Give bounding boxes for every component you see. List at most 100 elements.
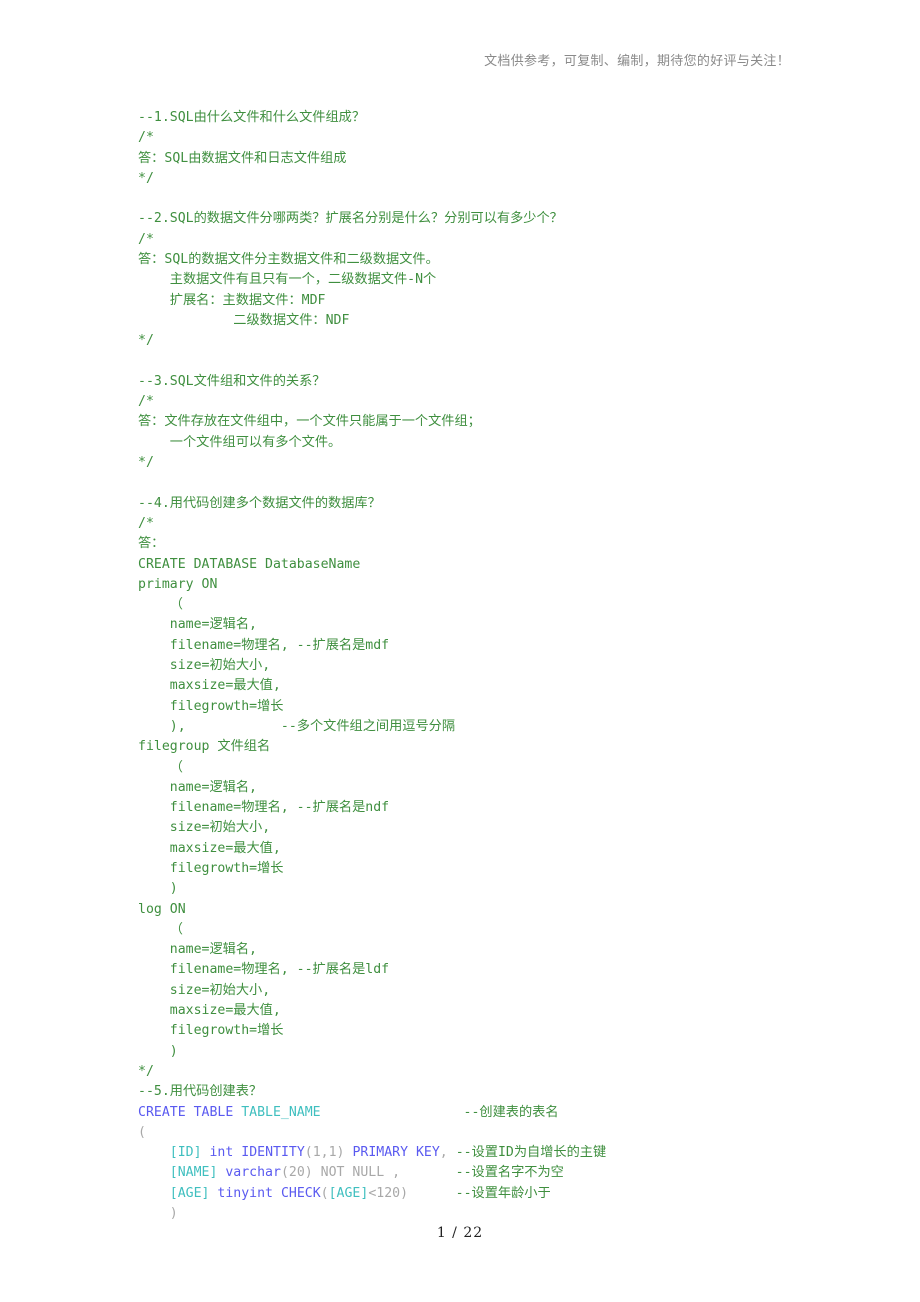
text-span: size=初始大小, (138, 658, 271, 674)
text-span: ( (320, 1185, 329, 1201)
text-span: CREATE TABLE (138, 1104, 242, 1120)
document-line: --2.SQL的数据文件分哪两类？扩展名分别是什么？分别可以有多少个？ (138, 209, 838, 229)
text-span: --4.用代码创建多个数据文件的数据库？ (138, 495, 381, 511)
document-line: CREATE TABLE TABLE_NAME --创建表的表名 (138, 1103, 838, 1123)
text-span: size=初始大小, (138, 982, 271, 998)
text-span: 扩展名：主数据文件：MDF (138, 292, 326, 308)
text-span: /* (138, 231, 154, 247)
text-span: --3.SQL文件组和文件的关系？ (138, 373, 326, 389)
text-span (313, 1165, 321, 1180)
text-span (408, 1186, 456, 1201)
document-line: （ (138, 920, 838, 940)
text-span: [NAME] (169, 1165, 218, 1181)
document-line: 答：文件存放在文件组中，一个文件只能属于一个文件组； (138, 412, 838, 432)
text-span (138, 1145, 170, 1160)
document-line: filename=物理名, --扩展名是mdf (138, 636, 838, 656)
text-span: 二级数据文件：NDF (138, 312, 350, 328)
text-span: filename=物理名, --扩展名是ndf (138, 800, 390, 816)
text-span: --设置年龄小于 (455, 1185, 551, 1201)
text-span: maxsize=最大值, (138, 678, 281, 694)
text-span: */ (138, 333, 154, 349)
document-line: 答：SQL由数据文件和日志文件组成 (138, 149, 838, 169)
document-line: ( (138, 1123, 838, 1143)
document-line: filegrowth=增长 (138, 697, 838, 717)
document-line: */ (138, 331, 838, 351)
text-span: IDENTITY (241, 1145, 305, 1161)
page-number-footer: 1 / 22 (436, 1225, 484, 1241)
text-span: size=初始大小, (138, 820, 271, 836)
text-span: varchar (225, 1165, 281, 1181)
text-span: （ (138, 597, 183, 613)
document-line: maxsize=最大值, (138, 1001, 838, 1021)
document-line: 扩展名：主数据文件：MDF (138, 291, 838, 311)
text-span: CHECK (280, 1185, 321, 1201)
text-span: 答：SQL的数据文件分主数据文件和二级数据文件。 (138, 252, 439, 268)
document-line: /* (138, 514, 838, 534)
text-span: ), --多个文件组之间用逗号分隔 (138, 718, 456, 734)
text-span: log ON (138, 901, 186, 917)
document-line: 主数据文件有且只有一个，二级数据文件-N个 (138, 270, 838, 290)
text-span: filename=物理名, --扩展名是mdf (138, 637, 390, 653)
text-span: maxsize=最大值, (138, 1003, 281, 1019)
document-line: ) (138, 879, 838, 899)
text-span (321, 1105, 464, 1120)
text-span: filegrowth=增长 (138, 698, 284, 714)
text-span (138, 1165, 170, 1180)
text-span: */ (138, 170, 154, 186)
document-line: */ (138, 453, 838, 473)
text-span: (20) (280, 1165, 313, 1181)
document-line: ) (138, 1204, 838, 1224)
document-line: primary ON (138, 575, 838, 595)
document-line: --3.SQL文件组和文件的关系？ (138, 372, 838, 392)
text-span: <120) (368, 1185, 409, 1201)
text-span: /* (138, 130, 154, 146)
text-span: --1.SQL由什么文件和什么文件组成？ (138, 110, 366, 125)
document-line: filegrowth=增长 (138, 1021, 838, 1041)
text-span: , (384, 1165, 456, 1181)
text-span: tinyint (217, 1185, 273, 1201)
text-span: （ (138, 759, 183, 775)
text-span: 答： (138, 536, 165, 552)
document-line: maxsize=最大值, (138, 676, 838, 696)
text-span: --5.用代码创建表？ (138, 1084, 263, 1100)
text-span: --设置ID为自增长的主键 (455, 1145, 607, 1161)
document-line: 答：SQL的数据文件分主数据文件和二级数据文件。 (138, 250, 838, 270)
document-line: （ (138, 758, 838, 778)
text-span: filegrowth=增长 (138, 1023, 284, 1039)
text-span: （ (138, 921, 183, 937)
text-span: 一个文件组可以有多个文件。 (138, 434, 342, 450)
text-span: [ID] (169, 1145, 202, 1161)
document-line: size=初始大小, (138, 818, 838, 838)
document-line: log ON (138, 900, 838, 920)
document-body: --1.SQL由什么文件和什么文件组成？ /* 答：SQL由数据文件和日志文件组成 *… (138, 108, 838, 1224)
document-line: ), --多个文件组之间用逗号分隔 (138, 717, 838, 737)
document-line: ) (138, 1042, 838, 1062)
document-line: /* (138, 230, 838, 250)
text-span: name=逻辑名, (138, 617, 257, 633)
document-line: [AGE] tinyint CHECK([AGE]<120) --设置年龄小于 (138, 1184, 838, 1204)
document-line: name=逻辑名, (138, 940, 838, 960)
text-span: (1,1) (304, 1145, 345, 1161)
document-line: filegroup 文件组名 (138, 737, 838, 757)
text-span (138, 1186, 170, 1201)
document-line: name=逻辑名, (138, 615, 838, 635)
text-span: [AGE] (328, 1185, 369, 1201)
document-line: /* (138, 128, 838, 148)
document-line: （ (138, 595, 838, 615)
text-span: 主数据文件有且只有一个，二级数据文件-N个 (138, 272, 437, 288)
text-span: ) (138, 1043, 178, 1059)
document-line: [NAME] varchar(20) NOT NULL , --设置名字不为空 (138, 1163, 838, 1183)
text-span: filegroup 文件组名 (138, 739, 271, 755)
text-span (273, 1186, 281, 1201)
document-line: */ (138, 1062, 838, 1082)
text-span: 答：文件存放在文件组中，一个文件只能属于一个文件组； (138, 414, 481, 430)
document-line: [ID] int IDENTITY(1,1) PRIMARY KEY, --设置… (138, 1143, 838, 1163)
text-span: /* (138, 394, 154, 410)
text-span: name=逻辑名, (138, 779, 257, 795)
document-line: name=逻辑名, (138, 778, 838, 798)
text-span: maxsize=最大值, (138, 840, 281, 856)
document-line: */ (138, 169, 838, 189)
text-span: PRIMARY KEY (352, 1145, 440, 1161)
